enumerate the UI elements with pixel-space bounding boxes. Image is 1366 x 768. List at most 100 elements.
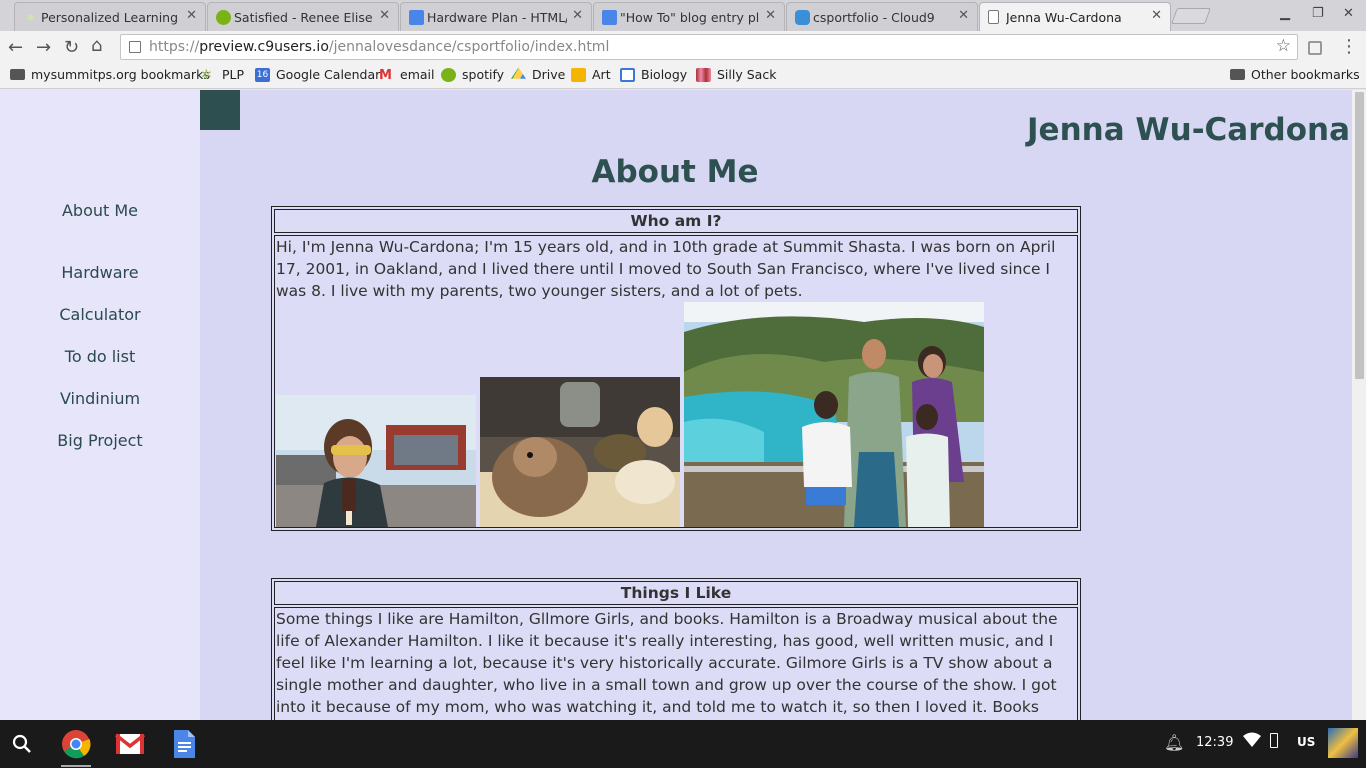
docs-icon xyxy=(602,10,617,25)
wifi-icon xyxy=(1243,732,1261,752)
bookmark-mysummitps[interactable]: mysummitps.org bookmarks xyxy=(10,67,210,82)
bookmark-label: mysummitps.org bookmarks xyxy=(31,67,210,82)
tab-hardware-plan[interactable]: Hardware Plan - HTML/C ✕ xyxy=(400,2,592,31)
gmail-icon: M xyxy=(379,67,392,83)
bookmark-other[interactable]: Other bookmarks xyxy=(1230,67,1360,82)
bookmark-plp[interactable]: ✲ PLP xyxy=(201,67,244,83)
section-text: Some things I like are Hamilton, Gllmore… xyxy=(276,610,1058,716)
plp-icon: ✲ xyxy=(201,67,212,83)
photo-chicks-image xyxy=(480,377,680,527)
nav-link-about-me[interactable]: About Me xyxy=(0,201,200,220)
scrollbar-thumb[interactable] xyxy=(1355,92,1364,379)
bookmark-spotify[interactable]: spotify xyxy=(441,67,504,82)
close-tab-icon[interactable]: ✕ xyxy=(765,8,776,23)
close-tab-icon[interactable]: ✕ xyxy=(186,8,197,23)
running-indicator xyxy=(61,765,91,767)
image-icon xyxy=(696,67,711,82)
bookmark-art[interactable]: Art xyxy=(571,67,611,82)
tab-title: Personalized Learning P xyxy=(41,9,181,25)
page-heading: About Me xyxy=(591,154,759,190)
spotify-icon xyxy=(216,10,231,25)
maximize-icon[interactable]: ❐ xyxy=(1312,6,1324,21)
user-avatar[interactable] xyxy=(1328,728,1358,758)
tab-csportfolio-cloud9[interactable]: csportfolio - Cloud9 ✕ xyxy=(786,2,978,31)
bookmark-biology[interactable]: Biology xyxy=(620,67,687,82)
tab-title: csportfolio - Cloud9 xyxy=(813,9,935,25)
bookmark-label: spotify xyxy=(462,67,505,82)
bookmark-label: Drive xyxy=(532,67,566,82)
tab-jenna-wu-cardona[interactable]: Jenna Wu-Cardona ✕ xyxy=(979,2,1171,31)
bookmark-star-icon[interactable]: ☆ xyxy=(1276,36,1291,56)
site-title: Jenna Wu-Cardona xyxy=(1027,112,1350,148)
bookmark-email[interactable]: M email xyxy=(379,67,435,83)
extension-icon[interactable] xyxy=(1308,41,1322,55)
header-accent-block xyxy=(200,90,240,130)
spotify-icon xyxy=(441,67,456,82)
bookmark-label: email xyxy=(400,67,435,82)
tab-title: Hardware Plan - HTML/C xyxy=(427,9,567,25)
nav-link-to-do-list[interactable]: To do list xyxy=(0,347,200,366)
url-path: /jennalovesdance/csportfolio/index.html xyxy=(328,39,610,55)
browser-toolbar: ← → ↻ ⌂ https://preview.c9users.io/jenna… xyxy=(0,31,1366,64)
address-bar[interactable]: https://preview.c9users.io/jennalovesdan… xyxy=(120,34,1298,60)
bookmark-label: Art xyxy=(592,67,611,82)
os-shelf: 🔔︎ 12:39 US xyxy=(0,720,1366,768)
section-title: Who am I? xyxy=(274,209,1078,233)
docs-icon[interactable] xyxy=(168,728,200,760)
nav-link-big-project[interactable]: Big Project xyxy=(0,431,200,450)
page-scrollbar[interactable] xyxy=(1352,90,1366,720)
section-body: Some things I like are Hamilton, Gllmore… xyxy=(274,607,1078,720)
close-window-icon[interactable]: ✕ xyxy=(1343,6,1354,21)
section-things-i-like: Things I Like Some things I like are Ham… xyxy=(271,578,1081,720)
back-icon[interactable]: ← xyxy=(8,37,23,58)
photo-ice-cream-image xyxy=(276,395,476,527)
reload-icon[interactable]: ↻ xyxy=(64,37,79,58)
section-title: Things I Like xyxy=(274,581,1078,605)
bookmark-silly-sack[interactable]: Silly Sack xyxy=(696,67,776,82)
url-host: preview.c9users.io xyxy=(199,39,329,55)
input-locale: US xyxy=(1297,735,1316,749)
cloud9-icon xyxy=(795,10,810,25)
tab-personalized-learning[interactable]: Personalized Learning P ✕ xyxy=(14,2,206,31)
folder-icon xyxy=(10,69,25,80)
slides-icon xyxy=(571,67,586,82)
forward-icon[interactable]: → xyxy=(36,37,51,58)
new-tab-button[interactable] xyxy=(1171,8,1211,24)
nav-link-vindinium[interactable]: Vindinium xyxy=(0,389,200,408)
close-tab-icon[interactable]: ✕ xyxy=(572,8,583,23)
plp-icon xyxy=(23,10,38,25)
bookmark-label: Other bookmarks xyxy=(1251,67,1360,82)
close-tab-icon[interactable]: ✕ xyxy=(1151,8,1162,23)
photo-chicks xyxy=(480,377,680,527)
status-tray[interactable]: 🔔︎ 12:39 US xyxy=(1154,720,1366,768)
minimize-icon[interactable]: ▁ xyxy=(1280,6,1290,21)
home-icon[interactable]: ⌂ xyxy=(91,35,102,56)
sidebar-nav: About Me Hardware Calculator To do list … xyxy=(0,90,200,720)
classroom-icon xyxy=(620,67,635,82)
section-text: Hi, I'm Jenna Wu-Cardona; I'm 15 years o… xyxy=(276,238,1056,300)
close-tab-icon[interactable]: ✕ xyxy=(958,8,969,23)
url-text[interactable]: https://preview.c9users.io/jennalovesdan… xyxy=(149,39,609,55)
notification-icon[interactable]: 🔔︎ xyxy=(1164,733,1184,752)
bookmark-google-calendar[interactable]: 16 Google Calendar xyxy=(255,67,380,82)
bookmark-label: Google Calendar xyxy=(276,67,381,82)
bookmark-drive[interactable]: Drive xyxy=(511,67,565,82)
chrome-icon[interactable] xyxy=(60,728,92,760)
section-who-am-i: Who am I? Hi, I'm Jenna Wu-Cardona; I'm … xyxy=(271,206,1081,531)
battery-icon xyxy=(1270,733,1278,748)
gmail-icon[interactable] xyxy=(114,728,146,760)
calendar-icon: 16 xyxy=(255,67,270,82)
nav-link-hardware[interactable]: Hardware xyxy=(0,263,200,282)
tab-strip: Personalized Learning P ✕ Satisfied - Re… xyxy=(0,0,1366,31)
nav-link-calculator[interactable]: Calculator xyxy=(0,305,200,324)
menu-icon[interactable]: ⋮ xyxy=(1340,36,1358,57)
search-icon[interactable] xyxy=(6,728,38,760)
page-info-icon[interactable] xyxy=(129,41,141,53)
docs-icon xyxy=(409,10,424,25)
bookmarks-bar: mysummitps.org bookmarks ✲ PLP 16 Google… xyxy=(0,64,1366,89)
section-body: Hi, I'm Jenna Wu-Cardona; I'm 15 years o… xyxy=(274,235,1078,528)
close-tab-icon[interactable]: ✕ xyxy=(379,8,390,23)
tab-satisfied[interactable]: Satisfied - Renee Elise Go ✕ xyxy=(207,2,399,31)
photo-row xyxy=(276,302,1076,527)
tab-how-to-blog[interactable]: "How To" blog entry plan ✕ xyxy=(593,2,785,31)
